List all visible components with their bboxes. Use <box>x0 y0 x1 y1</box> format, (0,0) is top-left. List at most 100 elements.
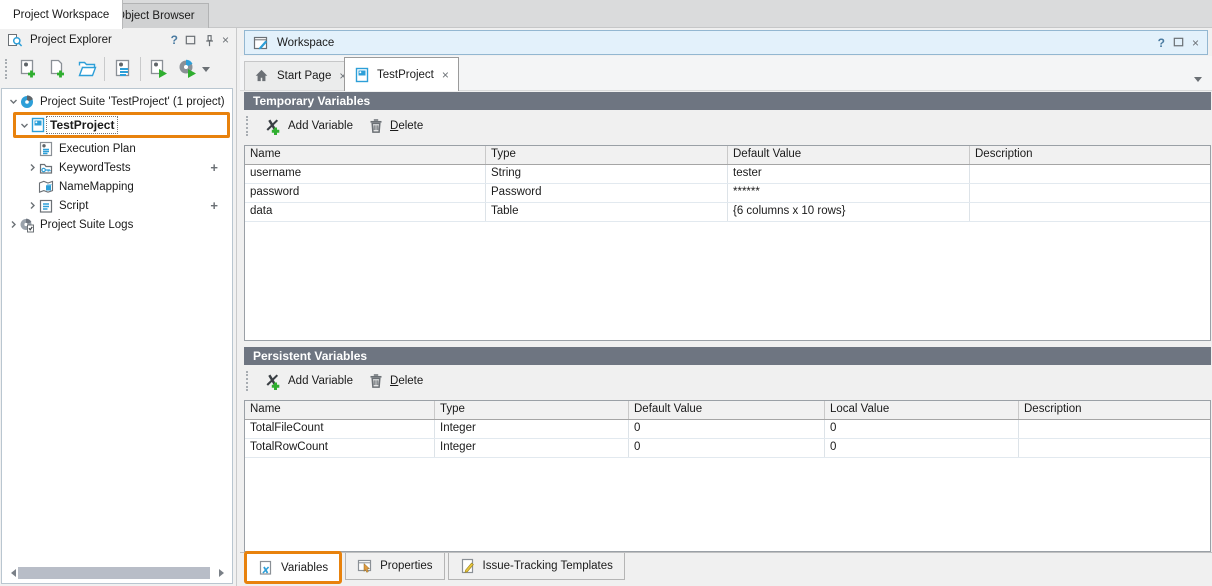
add-variable-button[interactable]: Add Variable <box>255 368 360 394</box>
project-icon <box>354 67 371 83</box>
table-row[interactable]: username String tester <box>245 165 1210 184</box>
help-button[interactable]: ? <box>1158 37 1165 49</box>
tab-properties[interactable]: Properties <box>345 553 444 580</box>
delete-button[interactable]: Delete <box>360 113 430 139</box>
add-variable-icon <box>262 372 283 391</box>
table-row[interactable]: TotalRowCount Integer 0 0 <box>245 439 1210 458</box>
scrollbar-thumb[interactable] <box>18 567 210 579</box>
tab-label: Variables <box>281 562 328 574</box>
tree-item-project-suite[interactable]: Project Suite 'TestProject' (1 project) <box>2 92 232 111</box>
column-header[interactable]: Default Value <box>629 401 825 419</box>
execution-plan-button[interactable] <box>108 55 137 83</box>
workspace-icon <box>253 35 270 51</box>
workspace-title: Workspace <box>277 37 334 49</box>
tree-item-keywordtests[interactable]: KeywordTests + <box>2 158 232 177</box>
persistent-variables-header: Persistent Variables <box>244 347 1211 365</box>
run-options-caret-icon[interactable] <box>202 67 210 76</box>
tree-item-testproject-selected[interactable]: TestProject <box>13 112 230 138</box>
name-mapping-icon <box>38 179 55 195</box>
chevron-right-icon[interactable] <box>26 163 38 172</box>
column-header[interactable]: Description <box>970 146 1210 164</box>
column-header[interactable]: Name <box>245 401 435 419</box>
project-suite-icon <box>19 94 36 110</box>
persistent-variables-table: Name Type Default Value Local Value Desc… <box>244 400 1211 552</box>
maximize-icon[interactable] <box>1172 36 1185 49</box>
main-tab-bar: Project Workspace Object Browser <box>0 0 1212 28</box>
column-header[interactable]: Description <box>1019 401 1210 419</box>
trash-icon <box>367 372 385 390</box>
toolbar-grip[interactable] <box>246 116 252 136</box>
tab-label: Properties <box>380 560 432 572</box>
project-explorer-panel: Project Explorer ? × <box>0 28 237 586</box>
tab-variables[interactable]: Variables <box>247 554 339 581</box>
add-child-button[interactable]: + <box>210 160 218 175</box>
column-header[interactable]: Local Value <box>825 401 1019 419</box>
tab-project-workspace-label: Project Workspace <box>13 9 109 21</box>
table-header-row: Name Type Default Value Local Value Desc… <box>245 401 1210 420</box>
document-tab-strip: Start Page × TestProject × <box>240 56 1212 91</box>
tab-project-workspace[interactable]: Project Workspace <box>0 0 123 29</box>
table-row[interactable]: data Table {6 columns x 10 rows} <box>245 203 1210 222</box>
tab-label: TestProject <box>377 69 434 81</box>
close-icon[interactable]: × <box>1192 37 1199 49</box>
open-item-button[interactable] <box>72 55 101 83</box>
table-row[interactable]: password Password ****** <box>245 184 1210 203</box>
run-project-button[interactable] <box>144 55 173 83</box>
column-header[interactable]: Type <box>435 401 629 419</box>
script-icon <box>38 198 55 214</box>
tab-label: Start Page <box>277 70 331 82</box>
table-row[interactable]: TotalFileCount Integer 0 0 <box>245 420 1210 439</box>
maximize-icon[interactable] <box>184 34 197 47</box>
column-header[interactable]: Name <box>245 146 486 164</box>
add-child-button[interactable]: + <box>210 198 218 213</box>
chevron-down-icon[interactable] <box>7 97 19 106</box>
scroll-left-icon[interactable] <box>4 565 18 581</box>
run-project-suite-button[interactable] <box>173 55 202 83</box>
column-header[interactable]: Type <box>486 146 728 164</box>
workspace-header: Workspace ? × <box>244 30 1208 55</box>
chevron-right-icon[interactable] <box>7 220 19 229</box>
tree-item-label: TestProject <box>47 117 117 133</box>
tab-label: Issue-Tracking Templates <box>483 560 613 572</box>
tree-item-namemapping[interactable]: NameMapping <box>2 177 232 196</box>
toolbar-grip[interactable] <box>5 59 11 79</box>
variables-tab-highlight: Variables <box>244 551 342 584</box>
close-icon[interactable]: × <box>222 34 229 46</box>
close-tab-icon[interactable]: × <box>442 68 449 82</box>
temporary-variables-header: Temporary Variables <box>244 92 1211 110</box>
persistent-variables-toolbar: Add Variable Delete <box>244 365 1211 397</box>
tab-list-caret-icon[interactable] <box>1194 77 1202 86</box>
add-project-suite-button[interactable] <box>14 55 43 83</box>
chevron-right-icon[interactable] <box>26 201 38 210</box>
tree-item-project-suite-logs[interactable]: Project Suite Logs <box>2 215 232 234</box>
project-explorer-toolbar <box>0 52 236 86</box>
column-header[interactable]: Default Value <box>728 146 970 164</box>
delete-button[interactable]: Delete <box>360 368 430 394</box>
tree-item-script[interactable]: Script + <box>2 196 232 215</box>
help-button[interactable]: ? <box>171 34 178 46</box>
table-header-row: Name Type Default Value Description <box>245 146 1210 165</box>
home-icon <box>254 68 271 84</box>
add-variable-button[interactable]: Add Variable <box>255 113 360 139</box>
tab-issue-tracking-templates[interactable]: Issue-Tracking Templates <box>448 553 625 580</box>
add-new-item-button[interactable] <box>43 55 72 83</box>
tab-start-page[interactable]: Start Page × <box>244 61 356 90</box>
tree-item-label: NameMapping <box>59 181 134 193</box>
tree-item-label: Project Suite 'TestProject' (1 project) <box>40 96 225 108</box>
scroll-right-icon[interactable] <box>216 565 230 581</box>
trash-icon <box>367 117 385 135</box>
toolbar-grip[interactable] <box>246 371 252 391</box>
tree-item-execution-plan[interactable]: Execution Plan <box>2 139 232 158</box>
chevron-down-icon[interactable] <box>18 121 30 130</box>
horizontal-scrollbar[interactable] <box>4 565 230 581</box>
project-explorer-title: Project Explorer <box>30 34 112 46</box>
variables-icon <box>258 560 275 576</box>
tab-testproject[interactable]: TestProject × <box>344 57 459 91</box>
tab-object-browser-label: Object Browser <box>116 10 195 22</box>
temporary-variables-toolbar: Add Variable Delete <box>244 110 1211 142</box>
add-variable-icon <box>262 117 283 136</box>
keyword-tests-icon <box>38 160 55 176</box>
pin-icon[interactable] <box>203 34 216 47</box>
workspace-panel: Workspace ? × Start Page × TestProject ×… <box>240 28 1212 586</box>
tree-item-label: Execution Plan <box>59 143 136 155</box>
